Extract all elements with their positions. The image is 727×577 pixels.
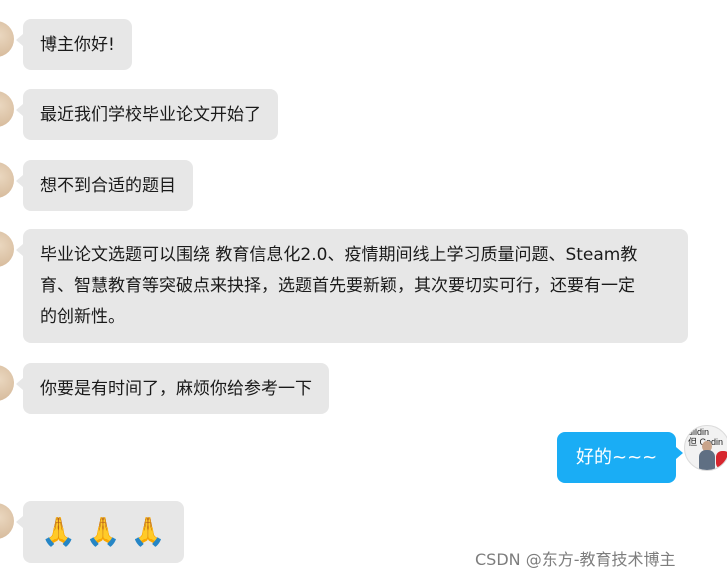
left-avatar[interactable]: [0, 21, 14, 57]
message-text: 最近我们学校毕业论文开始了: [40, 105, 261, 125]
watermark: CSDN @东方-教育技术博主: [475, 550, 676, 569]
message-text: 你要是有时间了，麻烦你给参考一下: [40, 379, 312, 399]
message-bubble-left[interactable]: 最近我们学校毕业论文开始了: [16, 89, 278, 140]
message-bubble-left[interactable]: 博主你好!: [16, 19, 132, 70]
emoji-row: 🙏 🙏 🙏: [41, 514, 166, 550]
praying-hands-emoji: 🙏: [130, 515, 166, 548]
top-stub-text: ········: [318, 0, 354, 4]
left-avatar[interactable]: [0, 231, 14, 267]
left-avatar[interactable]: [0, 365, 14, 401]
avatar-text-1: uildin: [688, 427, 710, 437]
left-avatar[interactable]: [0, 162, 14, 198]
message-bubble-right[interactable]: 好的~~~: [557, 432, 684, 483]
message-text: 好的~~~: [576, 447, 658, 468]
message-bubble-left-multiline[interactable]: 毕业论文选题可以围绕 教育信息化2.0、疫情期间线上学习质量问题、Steam教 …: [16, 229, 688, 343]
message-bubble-left[interactable]: 你要是有时间了，麻烦你给参考一下: [16, 363, 329, 414]
message-bubble-left[interactable]: 想不到合适的题目: [16, 160, 193, 211]
message-line: 育、智慧教育等突破点来抉择，选题首先要新颖，其次要切实可行，还要有一定: [40, 276, 635, 296]
chat-window: ········ 博主你好! 最近我们学校毕业论文开始了 想不到合适的题目 毕业…: [0, 0, 727, 577]
avatar-logo-icon: [716, 451, 727, 469]
message-text: 想不到合适的题目: [40, 176, 176, 196]
message-line: 的创新性。: [40, 307, 125, 327]
right-avatar[interactable]: uildin 但 Codin: [684, 425, 727, 471]
message-text: 博主你好!: [40, 35, 115, 55]
left-avatar[interactable]: [0, 503, 14, 539]
left-avatar[interactable]: [0, 91, 14, 127]
avatar-person-body-icon: [699, 450, 715, 470]
praying-hands-emoji: 🙏: [85, 515, 121, 548]
praying-hands-emoji: 🙏: [41, 515, 76, 548]
message-line: 毕业论文选题可以围绕 教育信息化2.0、疫情期间线上学习质量问题、Steam教: [40, 245, 638, 265]
message-bubble-left-emoji[interactable]: 🙏 🙏 🙏: [16, 501, 184, 563]
